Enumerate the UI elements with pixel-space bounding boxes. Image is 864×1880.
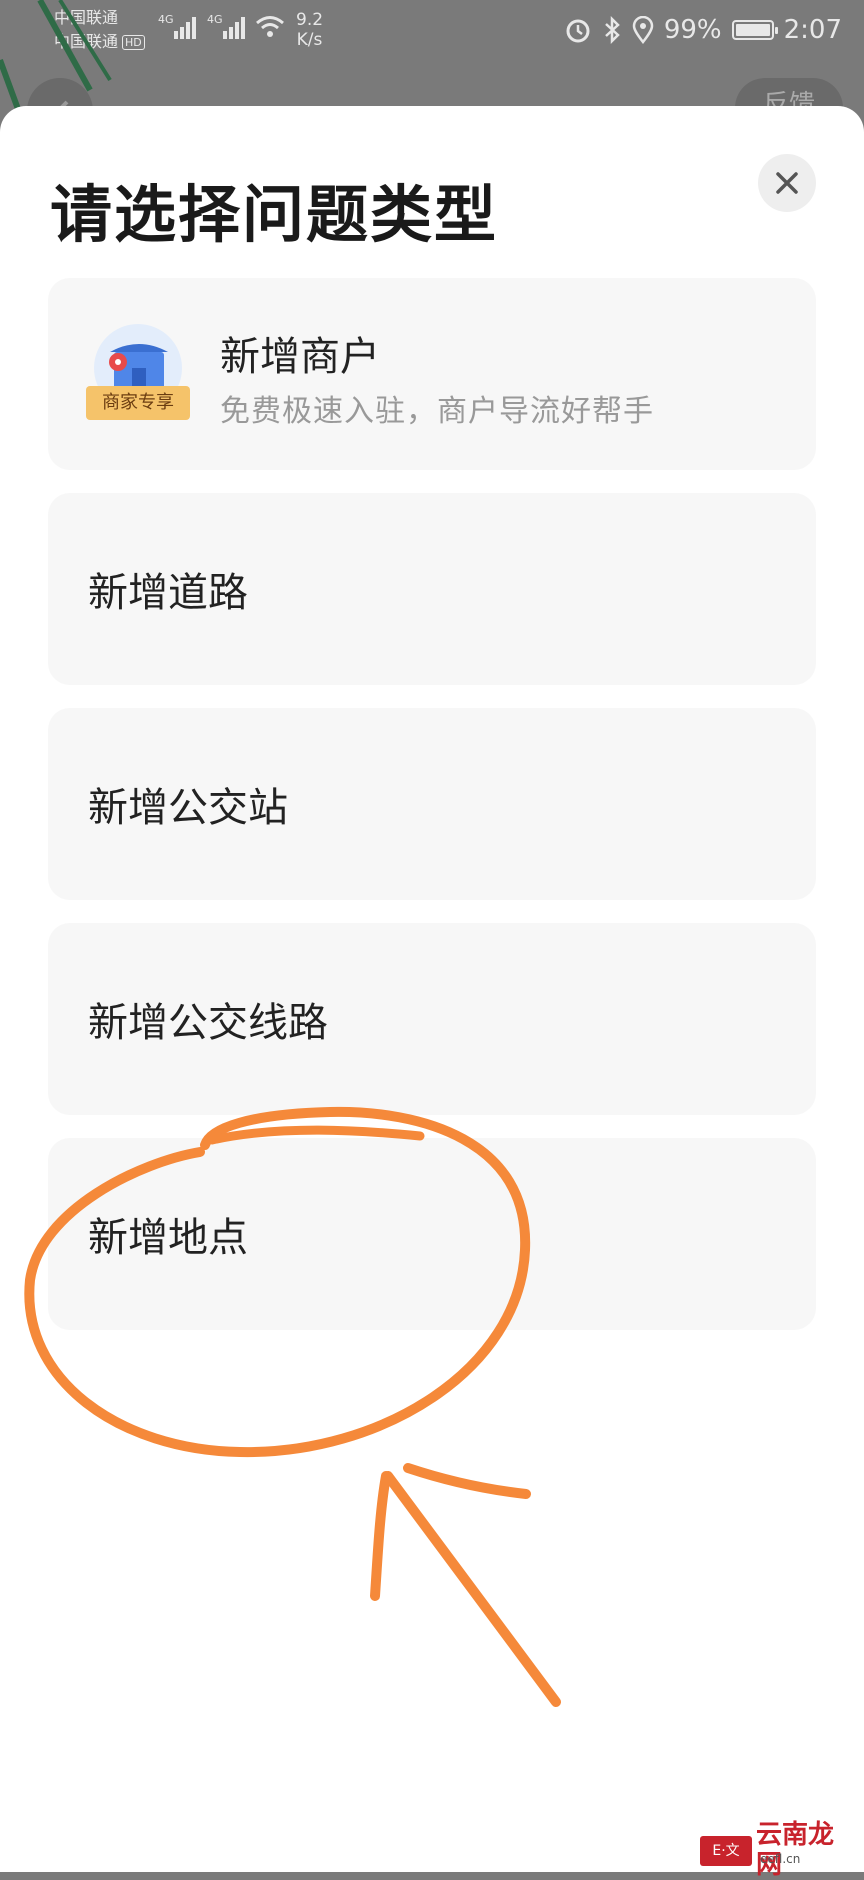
watermark-url: eefl.cn <box>760 1852 801 1866</box>
option-add-place[interactable]: 新增地点 <box>48 1138 816 1330</box>
option-add-bus-stop[interactable]: 新增公交站 <box>48 708 816 900</box>
option-add-bus-route[interactable]: 新增公交线路 <box>48 923 816 1115</box>
merchant-store-icon: 商家专享 <box>86 324 190 428</box>
watermark-text: 云南龙网 <box>756 1820 835 1880</box>
hd-badge: HD <box>122 35 145 50</box>
option-title: 新增地点 <box>88 1215 248 1261</box>
sheet-title: 请选择问题类型 <box>50 178 499 251</box>
merchant-exclusive-badge: 商家专享 <box>86 386 190 420</box>
network-speed: 9.2 K/s <box>296 10 323 50</box>
wifi-icon <box>256 16 284 37</box>
option-subtitle: 免费极速入驻，商户导流好帮手 <box>220 394 654 429</box>
clock: 2:07 <box>783 15 842 45</box>
signal-icon-2 <box>223 17 245 39</box>
status-bar: 中国联通 中国联通HD 4G 4G 9.2K/s 99% 2:07 <box>0 0 864 62</box>
watermark-badge: E·文 <box>700 1836 752 1866</box>
close-icon[interactable] <box>774 170 800 196</box>
option-title: 新增道路 <box>88 570 248 616</box>
right-status: 99% 2:07 <box>564 12 842 48</box>
issue-type-sheet: 请选择问题类型 商家专享 新增商户 免费极速入驻，商户导流好帮手 新增道路 新增… <box>0 106 864 1872</box>
bluetooth-icon <box>604 16 620 44</box>
battery-icon <box>731 20 778 40</box>
option-title: 新增公交线路 <box>88 1000 328 1046</box>
option-add-road[interactable]: 新增道路 <box>48 493 816 685</box>
close-button[interactable] <box>758 154 816 212</box>
signal-icon <box>174 17 196 39</box>
battery-percent: 99% <box>663 15 722 45</box>
speed-value: 9.2 <box>296 10 324 30</box>
site-watermark: E·文 云南龙网 eefl.cn <box>700 1820 858 1880</box>
alarm-icon <box>566 19 590 43</box>
option-add-merchant[interactable]: 商家专享 新增商户 免费极速入驻，商户导流好帮手 <box>48 278 816 470</box>
option-title: 新增商户 <box>220 334 380 380</box>
option-title: 新增公交站 <box>88 785 288 831</box>
location-icon <box>632 16 654 44</box>
speed-unit: K/s <box>296 30 323 50</box>
